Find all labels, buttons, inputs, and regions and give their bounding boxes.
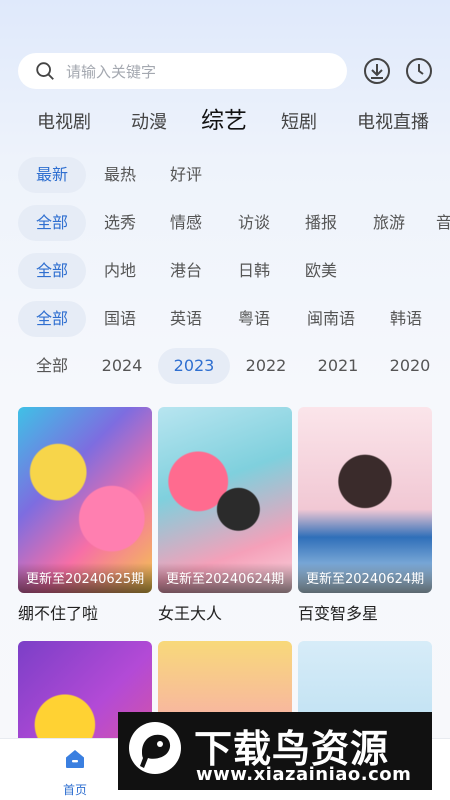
filter-chip[interactable]: 日韩: [226, 253, 282, 289]
filter-chip[interactable]: 粤语: [226, 301, 282, 337]
filter-chip[interactable]: 最热: [92, 157, 148, 193]
filter-chip[interactable]: 最新: [18, 157, 86, 193]
update-label: 更新至20240625期: [18, 563, 152, 593]
filter-chip[interactable]: 2024: [94, 348, 150, 384]
filter-chip[interactable]: 播报: [293, 205, 349, 241]
filter-chip[interactable]: 旅游: [361, 205, 417, 241]
tab-tv-series[interactable]: 电视剧: [37, 108, 91, 138]
filter-chip[interactable]: 全部: [18, 205, 86, 241]
filter-chip[interactable]: 内地: [92, 253, 148, 289]
filter-chip[interactable]: 2022: [238, 348, 294, 384]
update-label: 更新至20240624期: [158, 563, 292, 593]
filter-chip[interactable]: 欧美: [293, 253, 349, 289]
filter-chip[interactable]: 闽南语: [300, 301, 362, 337]
filter-chip[interactable]: 2020: [382, 348, 438, 384]
bird-logo-icon: [129, 722, 181, 774]
filter-row-sort: 最新 最热 好评: [0, 157, 450, 193]
filter-chip[interactable]: 国语: [92, 301, 148, 337]
search-placeholder: 请输入关键字: [66, 62, 157, 81]
show-poster[interactable]: 更新至20240624期: [158, 407, 292, 593]
filter-chip[interactable]: 韩语: [378, 301, 434, 337]
filter-chip[interactable]: 选秀: [92, 205, 148, 241]
filter-chip[interactable]: 英语: [158, 301, 214, 337]
tab-short-drama[interactable]: 短剧: [281, 108, 317, 138]
filter-chip[interactable]: 好评: [158, 157, 214, 193]
category-tabs: 电视剧 动漫 综艺 短剧 电视直播: [0, 108, 450, 140]
history-icon[interactable]: [405, 57, 433, 85]
show-title[interactable]: 女王大人: [158, 600, 292, 624]
filter-chip[interactable]: 全部: [24, 348, 80, 384]
filter-chip[interactable]: 全部: [18, 253, 86, 289]
search-bar[interactable]: 请输入关键字: [18, 53, 347, 89]
filter-chip[interactable]: 2023: [158, 348, 230, 384]
home-icon: [66, 750, 84, 768]
nav-home[interactable]: 首页: [48, 747, 102, 798]
filter-row-language: 全部 国语 英语 粤语 闽南语 韩语: [0, 301, 450, 337]
filter-chip[interactable]: 音: [436, 205, 450, 241]
download-icon[interactable]: [363, 57, 391, 85]
show-card[interactable]: 更新至20240625期 绷不住了啦: [18, 407, 152, 624]
update-label: 更新至20240624期: [298, 563, 432, 593]
show-card[interactable]: 更新至20240624期 百变智多星: [298, 407, 432, 624]
show-title[interactable]: 百变智多星: [298, 600, 432, 624]
show-card[interactable]: 更新至20240624期 女王大人: [158, 407, 292, 624]
tab-anime[interactable]: 动漫: [131, 108, 167, 138]
nav-home-label: 首页: [62, 783, 87, 797]
tab-live-tv[interactable]: 电视直播: [357, 108, 429, 138]
filter-row-type: 全部 选秀 情感 访谈 播报 旅游 音: [0, 205, 450, 241]
tab-variety[interactable]: 综艺: [201, 106, 247, 136]
top-bar: 请输入关键字: [18, 53, 436, 89]
filter-chip[interactable]: 2021: [310, 348, 366, 384]
show-poster[interactable]: 更新至20240625期: [18, 407, 152, 593]
filter-row-year: 全部 2024 2023 2022 2021 2020: [0, 348, 450, 384]
filter-chip[interactable]: 情感: [158, 205, 214, 241]
show-title[interactable]: 绷不住了啦: [18, 600, 152, 624]
watermark-url: www.xiazainiao.com: [196, 764, 412, 785]
show-poster[interactable]: 更新至20240624期: [298, 407, 432, 593]
filter-row-region: 全部 内地 港台 日韩 欧美: [0, 253, 450, 289]
filter-chip[interactable]: 全部: [18, 301, 86, 337]
watermark: 下载鸟资源 www.xiazainiao.com: [118, 712, 432, 790]
filter-chip[interactable]: 港台: [158, 253, 214, 289]
search-icon: [36, 62, 54, 80]
filter-chip[interactable]: 访谈: [226, 205, 282, 241]
